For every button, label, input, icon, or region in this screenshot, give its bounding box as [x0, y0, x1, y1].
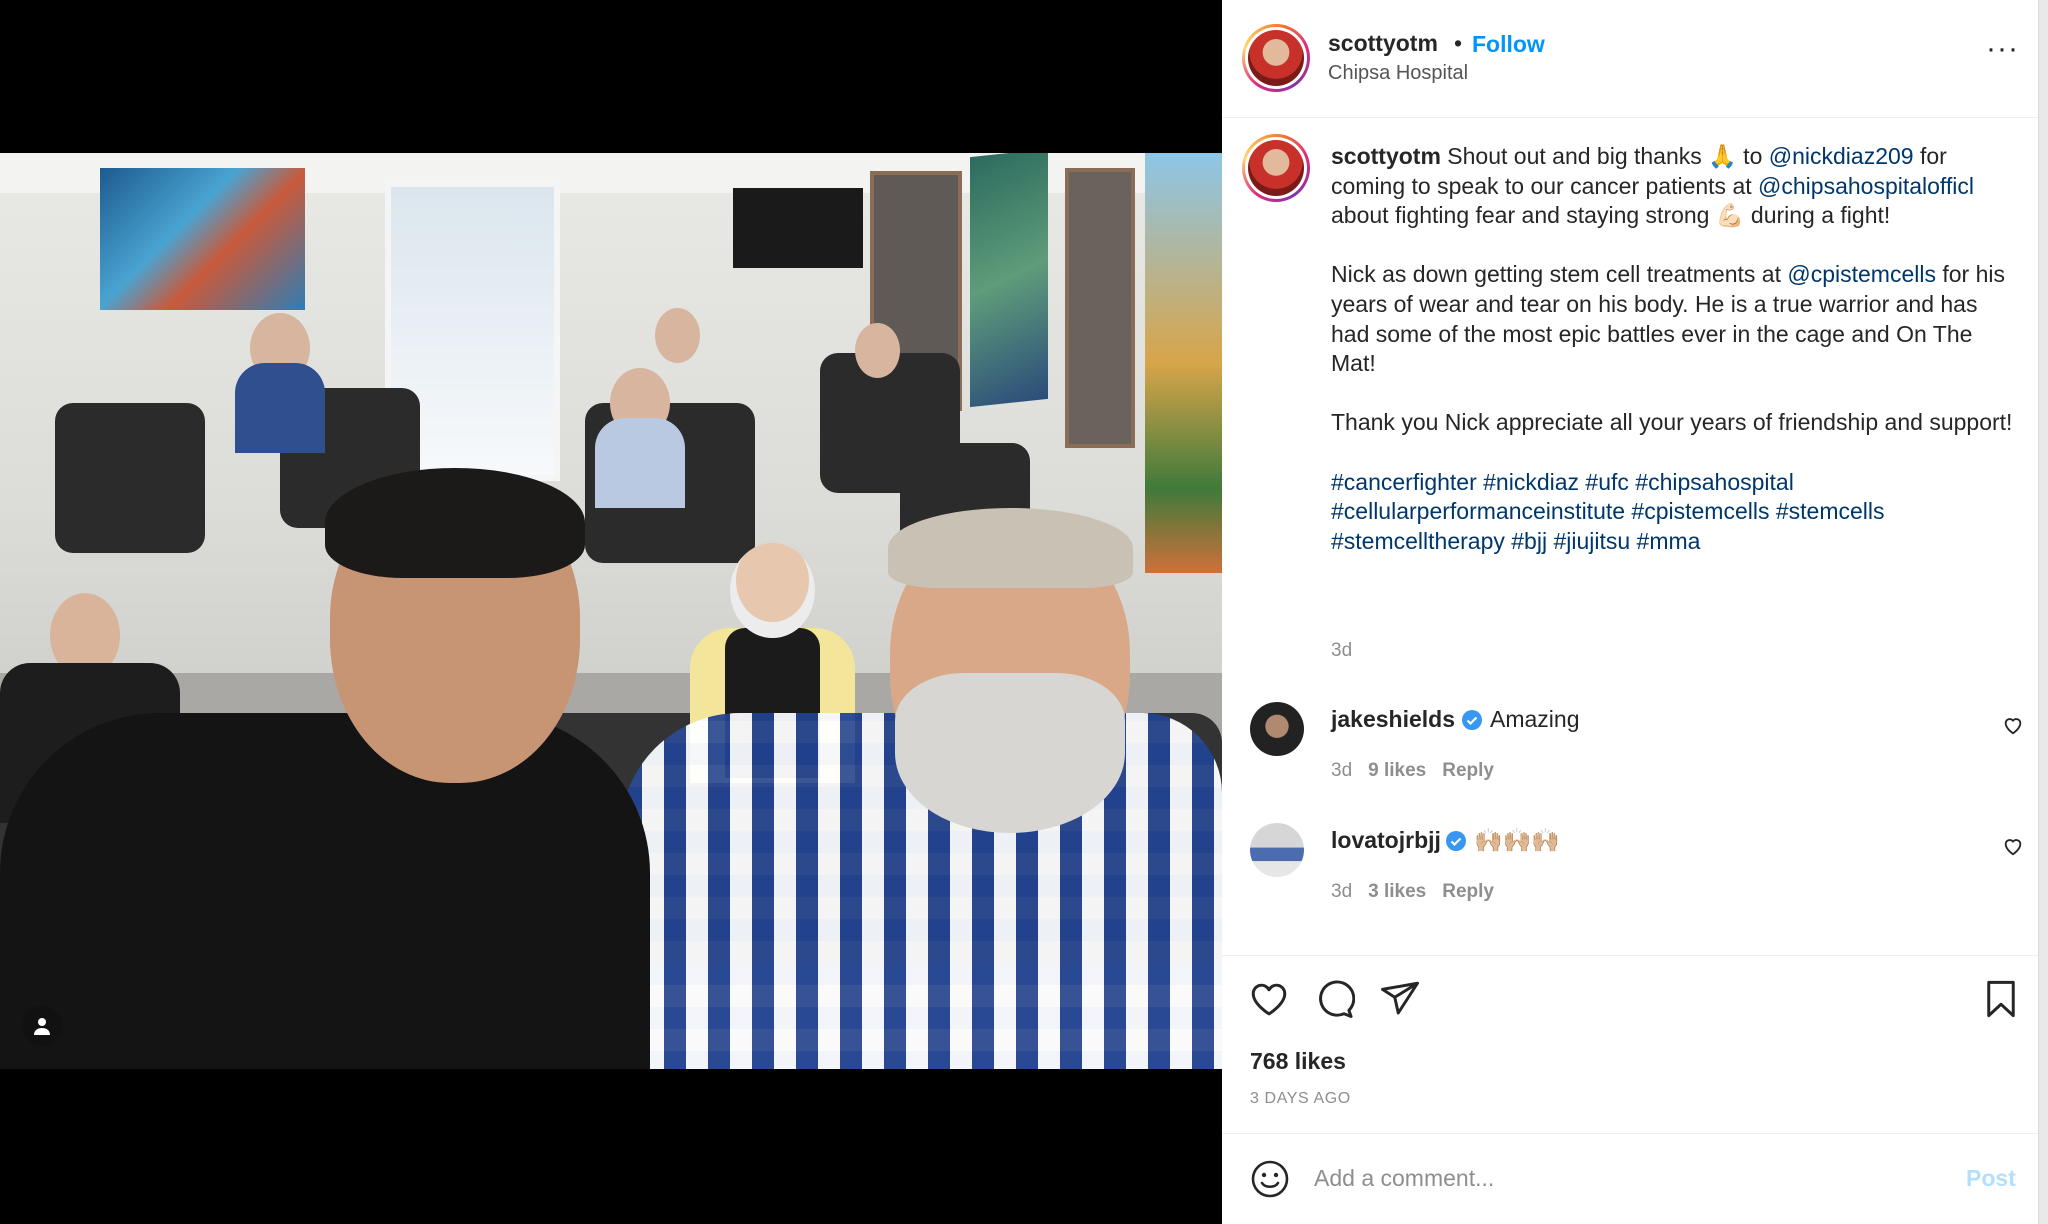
comment-username[interactable]: lovatojrbjj [1331, 827, 1441, 854]
reply-button[interactable]: Reply [1442, 760, 1494, 781]
comment-meta: 3d 3 likes Reply [1331, 881, 1510, 903]
more-options-icon[interactable]: ··· [1986, 34, 2019, 64]
follow-button[interactable]: Follow [1472, 31, 1545, 58]
avatar[interactable] [1242, 24, 1310, 92]
comment-avatar[interactable] [1250, 702, 1304, 756]
comment-meta: 3d 9 likes Reply [1331, 760, 1510, 782]
reply-button[interactable]: Reply [1442, 881, 1494, 902]
heart-icon[interactable] [2002, 835, 2024, 857]
heart-icon[interactable] [2002, 714, 2024, 736]
tagged-users-icon[interactable] [22, 1006, 62, 1046]
caption-paragraph-2: Nick as down getting stem cell treatment… [1331, 261, 2006, 377]
comment-icon[interactable] [1313, 978, 1355, 1020]
mention-link[interactable]: @nickdiaz209 [1769, 143, 1914, 169]
comment-avatar[interactable] [1250, 823, 1304, 877]
post-media-pane [0, 0, 1222, 1224]
comment-text: Amazing [1490, 706, 1580, 732]
comment-input[interactable] [1314, 1155, 1874, 1201]
comment-text: 🙌🏼🙌🏼🙌🏼 [1474, 827, 1560, 853]
post-photo[interactable] [0, 153, 1222, 1069]
mention-link[interactable]: @cpistemcells [1787, 261, 1936, 287]
comment-time[interactable]: 3d [1331, 881, 1352, 902]
caption-avatar[interactable] [1242, 134, 1310, 202]
separator-dot: • [1454, 30, 1463, 56]
author-username[interactable]: scottyotm [1328, 30, 1438, 57]
comment-likes[interactable]: 3 likes [1368, 881, 1426, 902]
post-date[interactable]: 3 DAYS AGO [1250, 1090, 1351, 1108]
like-heart-icon[interactable] [1248, 978, 1290, 1020]
scrollbar[interactable] [2038, 0, 2048, 1224]
caption-username[interactable]: scottyotm [1331, 143, 1441, 169]
location-link[interactable]: Chipsa Hospital [1328, 62, 1468, 85]
likes-count[interactable]: 768 likes [1250, 1048, 1346, 1075]
caption-paragraph-1: scottyotm Shout out and big thanks 🙏 to … [1331, 143, 1975, 229]
bookmark-icon[interactable] [1980, 978, 2022, 1020]
comment-item: lovatojrbjj 🙌🏼🙌🏼🙌🏼 3d 3 likes Reply [1222, 823, 2038, 933]
post-details-panel: scottyotm • Follow Chipsa Hospital ··· s… [1222, 0, 2048, 1224]
mention-link[interactable]: @chipsahospitalofficl [1758, 173, 1974, 199]
verified-badge-icon [1446, 831, 1466, 851]
caption-timestamp[interactable]: 3d [1331, 640, 1352, 662]
comment-username[interactable]: jakeshields [1331, 706, 1455, 733]
caption-hashtags[interactable]: #cancerfighter #nickdiaz #ufc #chipsahos… [1331, 468, 2021, 557]
post-button[interactable]: Post [1966, 1165, 2016, 1192]
comment-time[interactable]: 3d [1331, 760, 1352, 781]
comment-likes[interactable]: 9 likes [1368, 760, 1426, 781]
verified-badge-icon [1462, 710, 1482, 730]
emoji-icon[interactable] [1250, 1159, 1290, 1199]
caption-paragraph-3: Thank you Nick appreciate all your years… [1331, 409, 2013, 436]
post-caption: scottyotm Shout out and big thanks 🙏 to … [1331, 142, 2021, 556]
instagram-post-view: scottyotm • Follow Chipsa Hospital ··· s… [0, 0, 2048, 1224]
share-icon[interactable] [1379, 978, 1421, 1020]
post-header: scottyotm • Follow Chipsa Hospital ··· [1222, 0, 2038, 118]
comment-item: jakeshields Amazing 3d 9 likes Reply [1222, 702, 2038, 812]
post-actions: 768 likes 3 DAYS AGO [1222, 956, 2038, 1134]
comments-section: scottyotm Shout out and big thanks 🙏 to … [1222, 118, 2038, 956]
add-comment-bar: Post [1222, 1135, 2038, 1224]
